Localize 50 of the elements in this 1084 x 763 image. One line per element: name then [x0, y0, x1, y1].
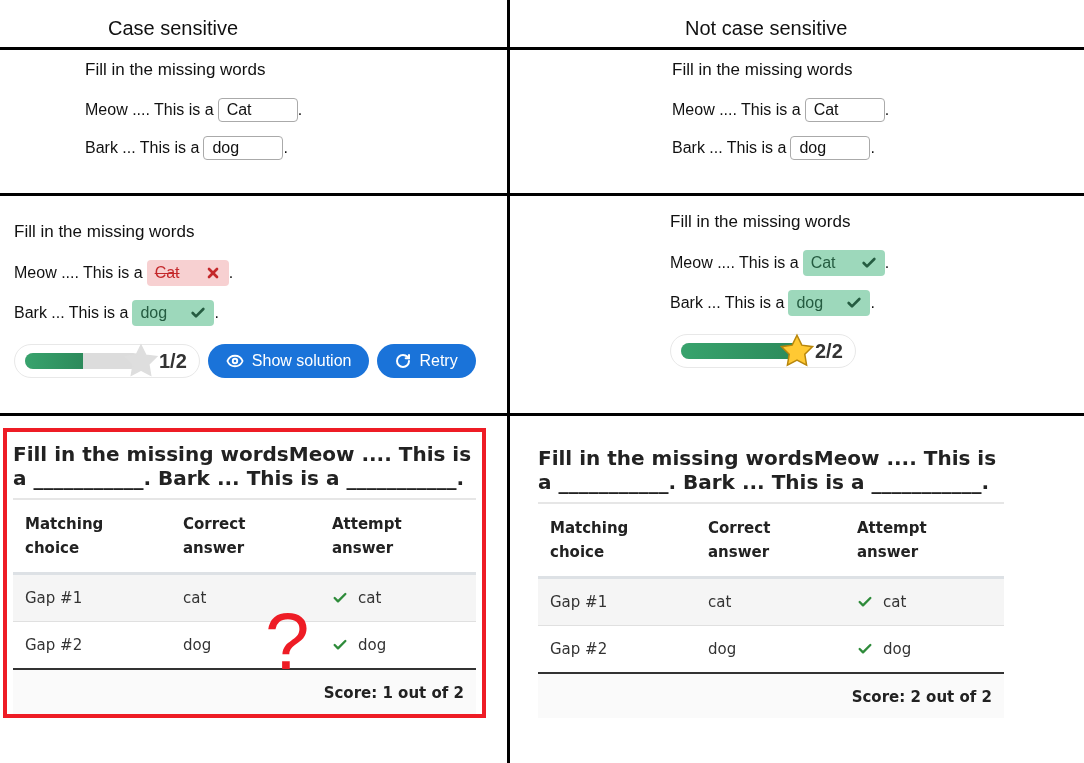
attempt-text: cat [358, 589, 382, 607]
input-field[interactable]: Cat [217, 98, 298, 122]
period: . [884, 101, 890, 119]
retry-icon [395, 353, 412, 369]
sentence-text: Bark ... This is a [14, 304, 129, 322]
sentence-text: Meow .... This is a [14, 264, 143, 282]
sentence-text: Bark ... This is a [85, 139, 200, 157]
score-text: Score: 1 out of 2 [13, 670, 476, 714]
eye-icon [225, 352, 244, 370]
task-title: Fill in the missing words [670, 212, 852, 232]
check-icon [846, 295, 863, 311]
answer-badge: Cat [802, 250, 885, 276]
check-icon [190, 305, 207, 321]
task-title: Fill in the missing words [14, 222, 196, 242]
show-solution-button[interactable]: Show solution [207, 344, 370, 378]
score-text: 1/2 [159, 349, 187, 373]
period: . [884, 254, 890, 272]
answer-badge: dog [132, 300, 215, 326]
period: . [870, 139, 875, 157]
sentence-text: Bark ... This is a [670, 294, 785, 312]
attempt-text: dog [358, 636, 387, 654]
period: . [228, 264, 234, 282]
retry-button[interactable]: Retry [377, 344, 476, 378]
period: . [297, 101, 303, 119]
attempt-text: dog [883, 640, 912, 658]
input-field[interactable]: dog [790, 136, 871, 160]
table-cell: Gap #1 [13, 575, 171, 622]
input-field[interactable]: Cat [804, 98, 885, 122]
task-title: Fill in the missing words [85, 60, 267, 80]
check-icon [860, 255, 877, 271]
sentence-text: Meow .... This is a [672, 101, 801, 119]
period: . [283, 139, 288, 157]
score-text: Score: 2 out of 2 [538, 674, 1004, 718]
period: . [214, 304, 219, 322]
table-cell: Gap #1 [538, 579, 696, 626]
score-text: 2/2 [815, 339, 843, 363]
sentence-text: Bark ... This is a [672, 139, 787, 157]
attempt-text: cat [883, 593, 907, 611]
task-title: Fill in the missing words [672, 60, 854, 80]
sentence-text: Meow .... This is a [85, 101, 214, 119]
period: . [870, 294, 875, 312]
sentence-text: Meow .... This is a [670, 254, 799, 272]
answer-badge: Cat [146, 260, 229, 286]
column-heading: Not case sensitive [684, 16, 848, 40]
column-heading: Case sensitive [107, 16, 239, 40]
question-text: Fill in the missing wordsMeow .... This is a ___________. Bark ... This is a ___________. [13, 438, 476, 500]
question-text: Fill in the missing wordsMeow .... This is a ___________. Bark ... This is a ___________. [538, 442, 1004, 504]
input-field[interactable]: dog [203, 136, 284, 160]
answer-badge: dog [788, 290, 871, 316]
table-cell: cat [696, 579, 845, 626]
